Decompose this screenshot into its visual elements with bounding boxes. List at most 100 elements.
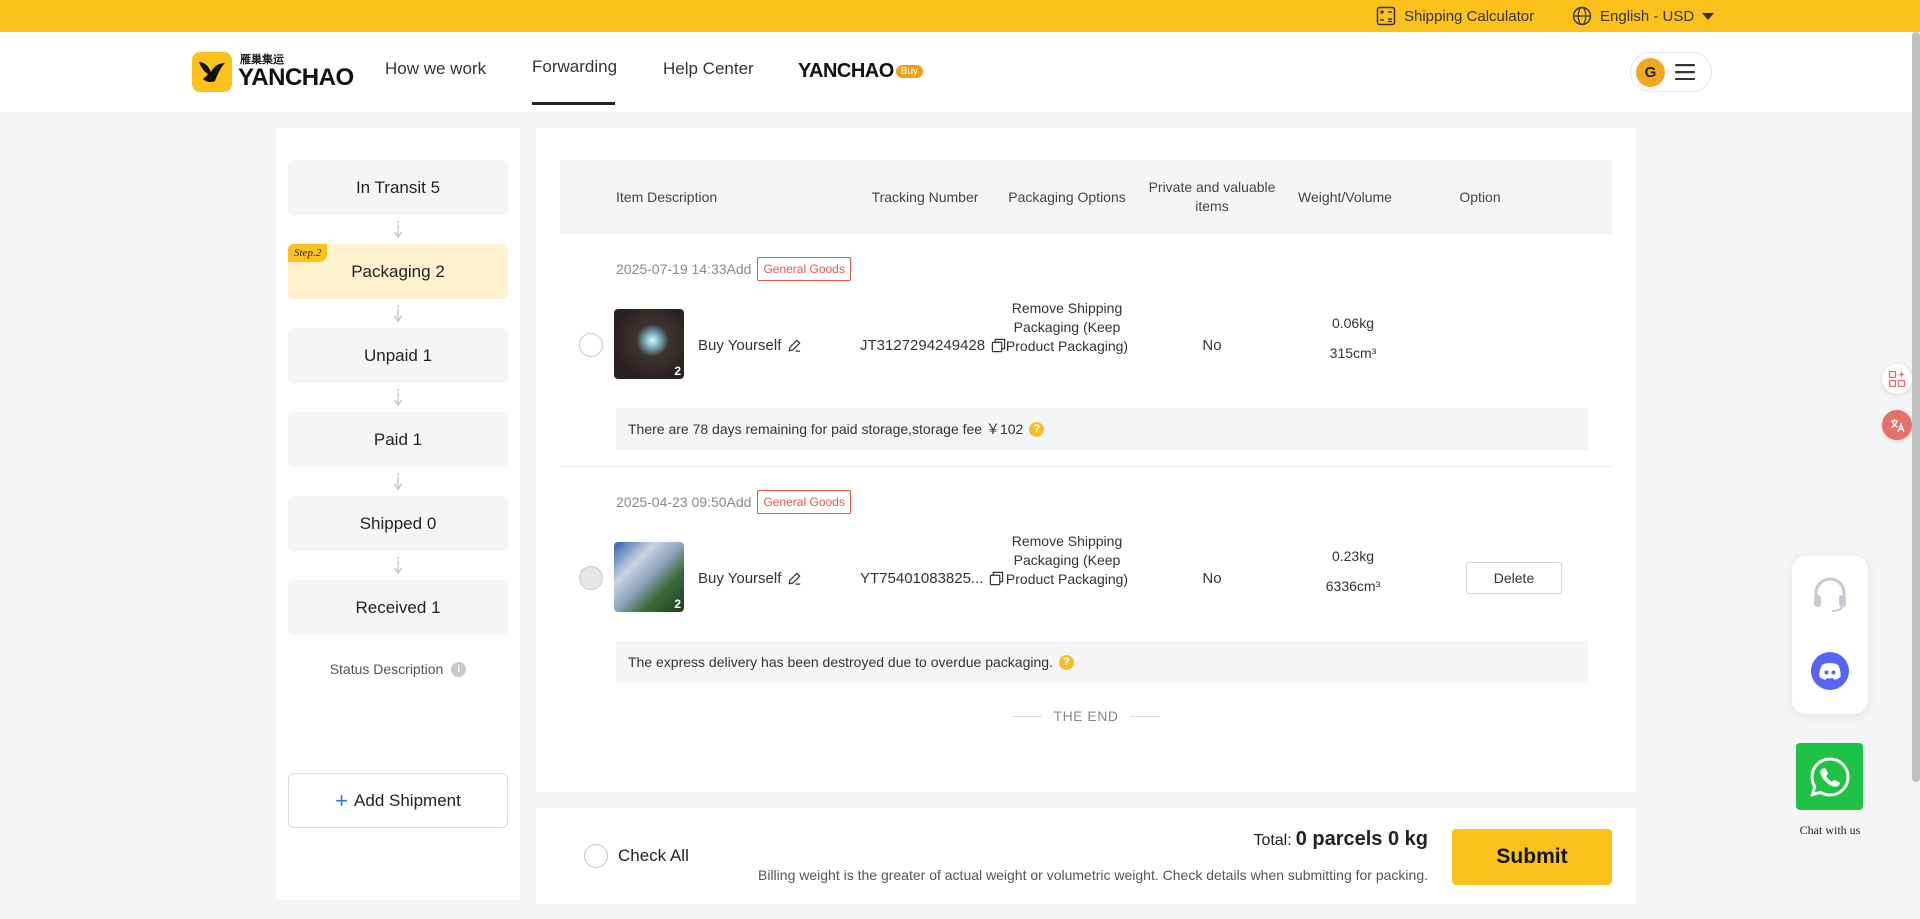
bird-logo-icon: [192, 52, 232, 92]
tracking-number: JT3127294249428: [860, 334, 1006, 356]
storage-note: The express delivery has been destroyed …: [616, 641, 1588, 683]
buy-badge: Buy: [895, 65, 924, 78]
whatsapp-chat-button[interactable]: [1796, 743, 1863, 810]
table-header: Item Description Tracking Number Packagi…: [560, 160, 1612, 234]
sidebar-item-label: Unpaid 1: [363, 345, 433, 365]
logo-en-text: YANCHAO: [238, 63, 354, 91]
private-valuable-text: No: [1202, 336, 1222, 354]
end-line-left: [1011, 715, 1042, 717]
shipping-calculator-label: Shipping Calculator: [1404, 7, 1535, 25]
check-all-toggle[interactable]: Check All: [584, 844, 689, 868]
parcel-thumbnail[interactable]: 2: [614, 309, 684, 379]
col-tracking-number: Tracking Number: [871, 188, 979, 205]
packaging-option: Remove Shipping Packaging (Keep Product …: [1005, 300, 1129, 354]
sidebar-item-shipped[interactable]: Shipped 0: [288, 496, 508, 551]
nav-yanchao-buy[interactable]: YANCHAO Buy: [798, 60, 924, 83]
storage-note-text: There are 78 days remaining for paid sto…: [628, 421, 1024, 437]
sidebar-item-label: Shipped 0: [359, 513, 437, 533]
caret-down-icon: [1702, 12, 1715, 20]
edit-icon[interactable]: [787, 338, 802, 353]
general-goods-tag: General Goods: [757, 490, 851, 514]
info-icon: i: [451, 661, 467, 677]
sidebar-item-label: Packaging 2: [351, 261, 445, 281]
tracking-number-text: JT3127294249428: [860, 336, 986, 354]
item-description[interactable]: Buy Yourself: [698, 567, 802, 589]
nav-active-underline: [532, 102, 615, 105]
arrow-down-icon: [394, 221, 402, 239]
support-widget: [1792, 556, 1868, 714]
language-selector[interactable]: English - USD: [1572, 0, 1715, 32]
arrow-down-icon: [394, 389, 402, 407]
total-summary: Total: 0 parcels 0 kg: [1253, 828, 1428, 851]
check-all-radio[interactable]: [584, 844, 608, 868]
yanchao-logo[interactable]: 雁巢集运 YANCHAO: [192, 52, 354, 92]
add-shipment-label: Add Shipment: [354, 790, 461, 810]
submit-bar: Check All Total: 0 parcels 0 kg Billing …: [536, 808, 1636, 904]
item-description-text: Buy Yourself: [698, 336, 782, 354]
nav-help-center[interactable]: Help Center: [663, 32, 754, 106]
end-text: THE END: [1053, 708, 1119, 724]
globe-icon: [1572, 6, 1592, 26]
submit-button[interactable]: Submit: [1452, 829, 1612, 885]
storage-note: There are 78 days remaining for paid sto…: [616, 408, 1588, 450]
check-all-label: Check All: [618, 846, 689, 865]
item-description[interactable]: Buy Yourself: [698, 334, 802, 356]
table-row: 2025-04-23 09:50Add General Goods 2 Buy …: [560, 489, 1612, 689]
col-item-description: Item Description: [616, 188, 718, 205]
row-divider: [560, 466, 1612, 467]
shipping-calculator-link[interactable]: Shipping Calculator: [1376, 0, 1534, 32]
edit-icon[interactable]: [787, 571, 802, 586]
parcel-thumbnail[interactable]: 2: [614, 542, 684, 612]
billing-weight-note: Billing weight is the greater of actual …: [758, 867, 1428, 883]
buy-logo-text: YANCHAO: [798, 60, 894, 82]
calculator-icon: [1376, 6, 1396, 26]
private-valuable-text: No: [1202, 569, 1222, 587]
nav-how-we-work[interactable]: How we work: [385, 32, 486, 106]
weight-text: 0.06kg: [1331, 315, 1375, 331]
sidebar-item-packaging[interactable]: Step.2 Packaging 2: [288, 244, 508, 299]
row-select-radio[interactable]: [579, 566, 603, 590]
sidebar-item-paid[interactable]: Paid 1: [288, 412, 508, 467]
user-menu[interactable]: G: [1630, 52, 1712, 92]
sidebar-item-unpaid[interactable]: Unpaid 1: [288, 328, 508, 383]
parcel-date: 2025-07-19 14:33Add General Goods: [616, 256, 851, 282]
customer-service-icon[interactable]: [1810, 574, 1850, 614]
chat-with-us-label: Chat with us: [1799, 823, 1861, 837]
parcel-list-card: Item Description Tracking Number Packagi…: [536, 128, 1636, 792]
arrow-down-icon: [394, 473, 402, 491]
list-end-marker: THE END: [536, 708, 1636, 724]
main-header: 雁巢集运 YANCHAO How we work Forwarding Help…: [0, 32, 1920, 112]
col-option: Option: [1459, 188, 1501, 205]
apps-icon[interactable]: [1882, 364, 1912, 394]
plus-icon: +: [335, 787, 349, 813]
delete-button[interactable]: Delete: [1466, 562, 1562, 594]
help-icon[interactable]: ?: [1058, 654, 1074, 670]
parcel-date-text: 2025-04-23 09:50Add: [616, 494, 752, 510]
step-badge: Step.2: [288, 244, 328, 262]
packaging-option: Remove Shipping Packaging (Keep Product …: [1005, 533, 1129, 587]
sidebar-item-label: Received 1: [355, 597, 441, 617]
discord-icon[interactable]: [1810, 651, 1850, 691]
logo-wordmark: 雁巢集运 YANCHAO: [238, 54, 354, 91]
translate-icon[interactable]: [1882, 410, 1912, 440]
nav-forwarding[interactable]: Forwarding: [532, 30, 617, 104]
volume-text: 315cm³: [1329, 345, 1377, 361]
whatsapp-icon: [1809, 756, 1850, 797]
row-select-radio[interactable]: [579, 333, 603, 357]
sidebar-item-label: Paid 1: [373, 429, 423, 449]
page-scrollbar[interactable]: [1912, 32, 1920, 782]
sidebar-item-received[interactable]: Received 1: [288, 580, 508, 635]
table-row: 2025-07-19 14:33Add General Goods 2 Buy …: [560, 256, 1612, 456]
total-label: Total:: [1253, 832, 1292, 849]
tracking-number: YT75401083825...: [860, 567, 1004, 589]
weight-volume: 0.06kg 315cm³: [1303, 308, 1403, 368]
end-line-right: [1130, 715, 1161, 717]
help-icon[interactable]: ?: [1029, 421, 1045, 437]
weight-text: 0.23kg: [1331, 548, 1375, 564]
sidebar-item-in-transit[interactable]: In Transit 5: [288, 160, 508, 215]
hamburger-menu-icon: [1675, 64, 1695, 80]
add-shipment-button[interactable]: + Add Shipment: [288, 773, 508, 828]
arrow-down-icon: [394, 557, 402, 575]
storage-note-text: The express delivery has been destroyed …: [628, 654, 1053, 670]
status-description-link[interactable]: Status Description i: [276, 661, 520, 677]
